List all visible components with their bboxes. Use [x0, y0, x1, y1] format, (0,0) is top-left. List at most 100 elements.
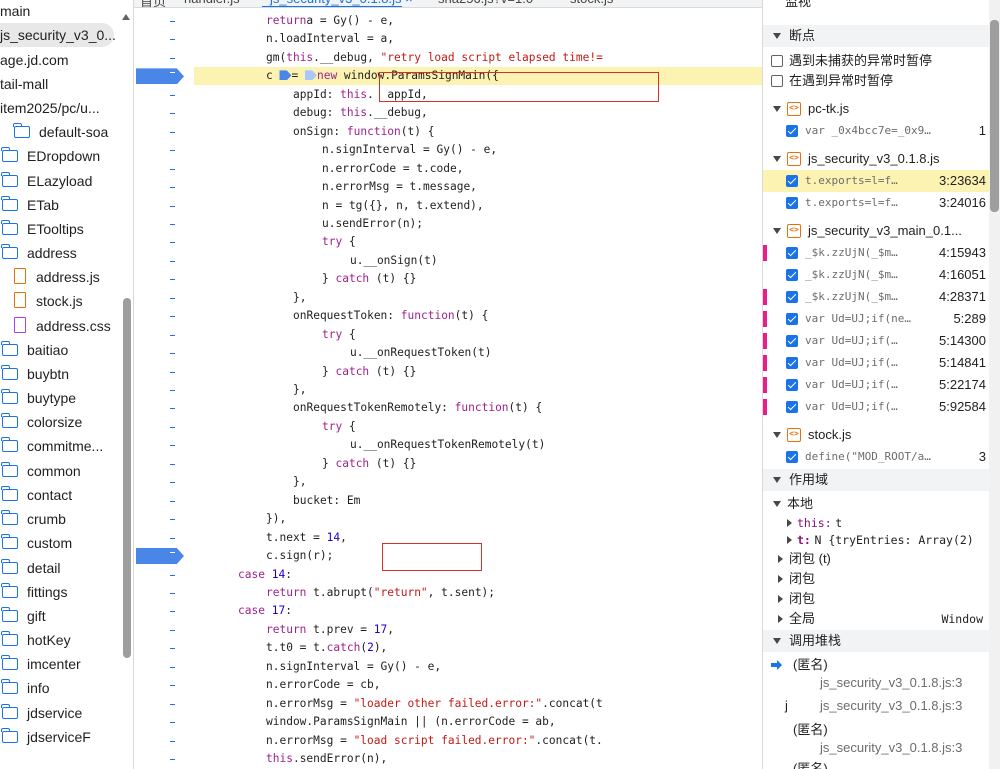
tree-item[interactable]: tail-mall [0, 72, 133, 96]
code-line[interactable]: gm(this.__debug, "retry load script elap… [266, 49, 603, 67]
code-line[interactable]: onRequestTokenRemotely: function(t) { [293, 399, 542, 417]
tree-item[interactable]: buybtn [0, 362, 133, 386]
gutter-line-marker[interactable] [170, 334, 175, 336]
code-line[interactable]: return t.abrupt("return", t.sent); [266, 584, 495, 602]
code-line[interactable]: try { [322, 418, 356, 436]
breakpoint-row[interactable]: var _0x4bcc7e=_0x9… 1 [763, 120, 989, 142]
tree-item[interactable]: stock.js [0, 289, 133, 313]
editor-tab[interactable]: handler.js [184, 0, 240, 6]
tree-item[interactable]: commitme... [0, 434, 133, 458]
code-line[interactable]: } catch (t) {} [322, 270, 416, 288]
tree-item[interactable]: address.css [0, 314, 133, 338]
code-line[interactable]: n.signInterval = Gy() - e, [322, 141, 497, 159]
code-line[interactable]: n.errorCode = t.code, [322, 160, 463, 178]
code-line[interactable]: } catch (t) {} [322, 455, 416, 473]
pause-caught-option[interactable]: 在遇到异常时暂停 [771, 71, 893, 91]
gutter-line-marker[interactable] [170, 482, 175, 484]
code-line[interactable]: n.errorMsg = "loader other failed.error:… [266, 695, 603, 713]
code-line[interactable]: n.signInterval = Gy() - e, [266, 658, 441, 676]
tree-item[interactable]: baitiao [0, 338, 133, 362]
tree-item[interactable]: jdserviceF [0, 725, 133, 749]
code-line[interactable]: u.__onSign(t) [350, 252, 438, 270]
gutter-line-marker[interactable] [170, 353, 175, 355]
code-line[interactable]: onRequestToken: function(t) { [293, 307, 488, 325]
scope-local[interactable]: 本地 [763, 494, 989, 514]
breakpoints-section-header[interactable]: 断点 [763, 25, 989, 47]
editor-tab[interactable]: 首页 [140, 0, 166, 7]
pause-uncaught-option[interactable]: 遇到未捕获的异常时暂停 [771, 51, 932, 71]
gutter-line-marker[interactable] [170, 260, 175, 262]
breakpoint-file-group[interactable]: <> pc-tk.js [763, 98, 989, 120]
code-line[interactable]: }), [266, 510, 286, 528]
gutter-line-marker[interactable] [170, 519, 175, 521]
code-line[interactable]: return t.prev = 17, [266, 621, 394, 639]
code-line[interactable]: n.errorMsg = t.message, [322, 178, 477, 196]
scope-global[interactable]: 全局 Window [763, 609, 989, 629]
tree-item[interactable]: default-soa [0, 120, 133, 144]
breakpoint-row[interactable]: var Ud=UJ;if(… 5:22174 [763, 374, 989, 396]
tree-item[interactable]: EDropdown [0, 144, 133, 168]
tree-item[interactable]: address.js [0, 265, 133, 289]
tree-item[interactable]: detail [0, 556, 133, 580]
gutter-line-marker[interactable] [170, 168, 175, 170]
tree-item[interactable]: jdservice [0, 701, 133, 725]
gutter-line-marker[interactable] [170, 703, 175, 705]
tree-item[interactable]: colorsize [0, 410, 133, 434]
gutter-line-marker[interactable] [170, 279, 175, 281]
tree-item[interactable]: hotKey [0, 628, 133, 652]
checkbox-icon[interactable] [786, 269, 798, 281]
tree-scrollbar-thumb[interactable] [123, 298, 131, 658]
tree-item[interactable]: fittings [0, 580, 133, 604]
callstack-frame[interactable]: j js_security_v3_0.1.8.js:3 [763, 697, 989, 715]
code-line[interactable]: this.sendError(n), [266, 750, 387, 768]
code-line[interactable]: onSign: function(t) { [293, 123, 434, 141]
gutter-line-marker[interactable] [170, 187, 175, 189]
gutter-line-marker[interactable] [170, 666, 175, 668]
code-line[interactable]: } catch (t) {} [322, 363, 416, 381]
gutter-line-marker[interactable] [170, 463, 175, 465]
gutter-line-marker[interactable] [170, 242, 175, 244]
gutter-line-marker[interactable] [170, 759, 175, 760]
gutter-line-marker[interactable] [170, 297, 175, 299]
tree-item[interactable]: contact [0, 483, 133, 507]
breakpoint-row[interactable]: _$k.zzUjN(_$m… 4:28371 [763, 286, 989, 308]
breakpoint-marker[interactable] [136, 548, 184, 565]
tree-item[interactable]: item2025/pc/u... [0, 96, 133, 120]
code-line[interactable]: }, [293, 289, 306, 307]
tree-item[interactable]: address [0, 241, 133, 265]
gutter-line-marker[interactable] [170, 57, 175, 59]
gutter-line-marker[interactable] [170, 408, 175, 410]
tree-item[interactable]: age.jd.com [0, 48, 133, 72]
breakpoint-row[interactable]: t.exports=l=f… 3:24016 [763, 192, 989, 214]
breakpoint-row[interactable]: t.exports=l=f… 3:23634 [763, 170, 989, 192]
tree-item[interactable]: js_security_v3_0... [0, 23, 116, 47]
inline-breakpoint-icon[interactable] [279, 70, 292, 81]
breakpoint-marker[interactable] [136, 68, 184, 85]
code-line[interactable]: case 17: [238, 602, 292, 620]
checkbox-icon[interactable] [786, 291, 798, 303]
gutter-line-marker[interactable] [170, 390, 175, 391]
checkbox-icon[interactable] [786, 335, 798, 347]
tree-item[interactable]: crumb [0, 507, 133, 531]
code-line[interactable]: bucket: Em [293, 492, 360, 510]
gutter-line-marker[interactable] [170, 39, 175, 41]
editor-tab[interactable]: sha256.js?v=1.0 [438, 0, 533, 6]
breakpoint-row[interactable]: var Ud=UJ;if(ne… 5:289 [763, 308, 989, 330]
gutter-line-marker[interactable] [170, 574, 175, 576]
checkbox-icon[interactable] [786, 379, 798, 391]
gutter-line-marker[interactable] [170, 223, 175, 225]
code-line[interactable]: n.errorCode = cb, [266, 676, 381, 694]
gutter-line-marker[interactable] [170, 426, 175, 428]
scope-closure-2[interactable]: 闭包 [763, 589, 989, 609]
gutter-line-marker[interactable] [170, 500, 175, 502]
gutter-line-marker[interactable] [170, 205, 175, 207]
breakpoint-row[interactable]: var Ud=UJ;if(… 5:92584 [763, 396, 989, 418]
checkbox-icon[interactable] [786, 401, 798, 413]
callstack-section-header[interactable]: 调用堆栈 [763, 630, 989, 652]
code-line[interactable]: window.ParamsSignMain || (n.errorCode = … [266, 713, 556, 731]
scope-t-row[interactable]: t: N {tryEntries: Array(2) [763, 530, 989, 550]
gutter-line-marker[interactable] [170, 648, 175, 650]
checkbox-icon[interactable] [786, 313, 798, 325]
breakpoint-row[interactable]: var Ud=UJ;if(… 5:14841 [763, 352, 989, 374]
gutter-line-marker[interactable] [170, 371, 175, 373]
